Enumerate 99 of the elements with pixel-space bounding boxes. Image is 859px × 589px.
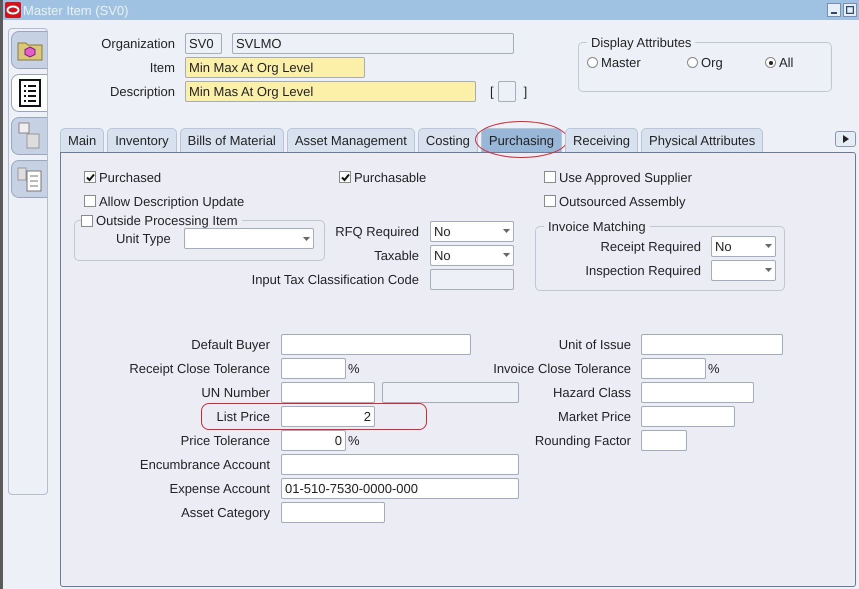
input-field[interactable]: [281, 454, 519, 474]
field-label: Invoice Close Tolerance: [492, 360, 631, 376]
caret-icon: [503, 253, 510, 257]
checkbox[interactable]: [339, 171, 351, 183]
tab[interactable]: Physical Attributes: [641, 128, 764, 152]
input-field[interactable]: [641, 430, 687, 450]
checkbox[interactable]: [544, 171, 556, 183]
input-field[interactable]: [641, 358, 706, 378]
dropdown-field[interactable]: [711, 260, 776, 280]
tab[interactable]: Main: [60, 128, 104, 152]
checkbox[interactable]: [84, 195, 96, 207]
right-arrow-icon: [842, 135, 848, 143]
input-field[interactable]: 01-510-7530-0000-000: [281, 478, 519, 498]
tab[interactable]: Asset Management: [286, 128, 415, 152]
input-field[interactable]: [281, 502, 385, 522]
radio-button[interactable]: [587, 57, 598, 68]
folder-button[interactable]: [11, 31, 47, 69]
input-field[interactable]: 0: [281, 430, 346, 450]
window-title: Master Item (SV0): [23, 2, 130, 18]
group-title: Display Attributes: [591, 35, 692, 50]
caret-icon: [302, 236, 310, 240]
radio-button[interactable]: [687, 57, 698, 68]
description-field[interactable]: Min Mas At Org Level: [185, 81, 476, 102]
field-label: Unit of Issue: [558, 336, 631, 352]
radio-label: Org: [701, 55, 723, 70]
input-field[interactable]: [281, 382, 375, 402]
field-label: Taxable: [373, 248, 419, 262]
checkbox-label: Use Approved Supplier: [559, 170, 692, 184]
field-label: Encumbrance Account: [138, 456, 270, 472]
percent-sign: %: [348, 360, 360, 376]
checkbox-label: Purchased: [99, 170, 162, 184]
numbered-list-button[interactable]: [11, 160, 47, 198]
input-field[interactable]: 2: [281, 406, 375, 426]
input-field[interactable]: [281, 334, 471, 354]
checkbox-label: Outsourced Assembly: [559, 194, 686, 208]
organization-code-field[interactable]: SV0: [185, 33, 222, 54]
field-label: Unit Type: [116, 231, 171, 246]
maximize-button[interactable]: [843, 3, 857, 17]
field-label: RFQ Required: [334, 224, 419, 238]
radio-label: All: [779, 55, 794, 70]
field-label: Default Buyer: [190, 336, 270, 352]
field-label: Hazard Class: [552, 384, 631, 400]
taxable-dropdown[interactable]: No: [430, 244, 514, 266]
tab[interactable]: Costing: [418, 128, 478, 152]
app-icon: [5, 2, 21, 18]
list-icon: [18, 79, 40, 107]
field-label: Organization: [100, 36, 175, 51]
organization-name-field[interactable]: SVLMO: [232, 33, 514, 54]
caret-icon: [765, 244, 772, 248]
group-title: Invoice Matching: [548, 219, 646, 234]
field-label: Description: [108, 84, 175, 99]
field-label: UN Number: [200, 384, 270, 400]
rfq-required-dropdown[interactable]: No: [430, 220, 514, 242]
tab[interactable]: Purchasing: [480, 128, 562, 152]
field-label: Market Price: [557, 408, 631, 424]
radio-button[interactable]: [765, 57, 776, 68]
bracket: [: [490, 84, 494, 99]
percent-sign: %: [708, 360, 720, 376]
field-label: List Price: [216, 408, 270, 424]
scroll-tabs-button[interactable]: [835, 131, 856, 147]
checkbox[interactable]: [544, 195, 556, 207]
field-label: Receipt Required: [600, 238, 701, 254]
checkbox[interactable]: [84, 171, 96, 183]
caret-icon: [765, 268, 772, 272]
tab[interactable]: Bills of Material: [180, 128, 284, 152]
checkbox[interactable]: [81, 214, 93, 226]
checkbox-label: Purchasable: [354, 170, 426, 184]
field-label: Asset Category: [180, 504, 270, 520]
maximize-icon: [846, 6, 854, 14]
percent-sign: %: [348, 432, 360, 448]
input-field[interactable]: [641, 406, 735, 426]
minimize-button[interactable]: [827, 3, 841, 17]
input-field[interactable]: [641, 334, 783, 354]
field-label: Price Tolerance: [180, 432, 270, 448]
checkbox-label: Outside Processing Item: [96, 213, 238, 228]
item-field[interactable]: Min Max At Org Level: [185, 57, 365, 78]
description-field[interactable]: [382, 382, 519, 402]
field-label: Item: [148, 60, 175, 75]
checkbox-label: Allow Description Update: [99, 194, 244, 208]
caret-icon: [503, 229, 510, 233]
tab[interactable]: Inventory: [107, 128, 177, 152]
unit-type-dropdown[interactable]: [184, 228, 314, 249]
tax-code-field[interactable]: [430, 268, 514, 290]
field-label: Input Tax Classification Code: [250, 272, 419, 286]
field-label: Inspection Required: [585, 262, 701, 278]
dropdown-field[interactable]: No: [711, 236, 776, 256]
input-field[interactable]: [281, 358, 346, 378]
bracket: ]: [524, 84, 528, 99]
radio-label: Master: [601, 55, 641, 70]
list-button[interactable]: [11, 74, 47, 112]
field-label: Expense Account: [168, 480, 270, 496]
field-label: Rounding Factor: [534, 432, 631, 448]
input-field[interactable]: [641, 382, 754, 402]
tab[interactable]: Receiving: [564, 128, 638, 152]
images-icon: [16, 122, 42, 150]
flex-field[interactable]: [498, 81, 516, 102]
numbered-list-icon: [16, 165, 42, 193]
field-label: Receipt Close Tolerance: [128, 360, 270, 376]
images-button[interactable]: [11, 117, 47, 155]
